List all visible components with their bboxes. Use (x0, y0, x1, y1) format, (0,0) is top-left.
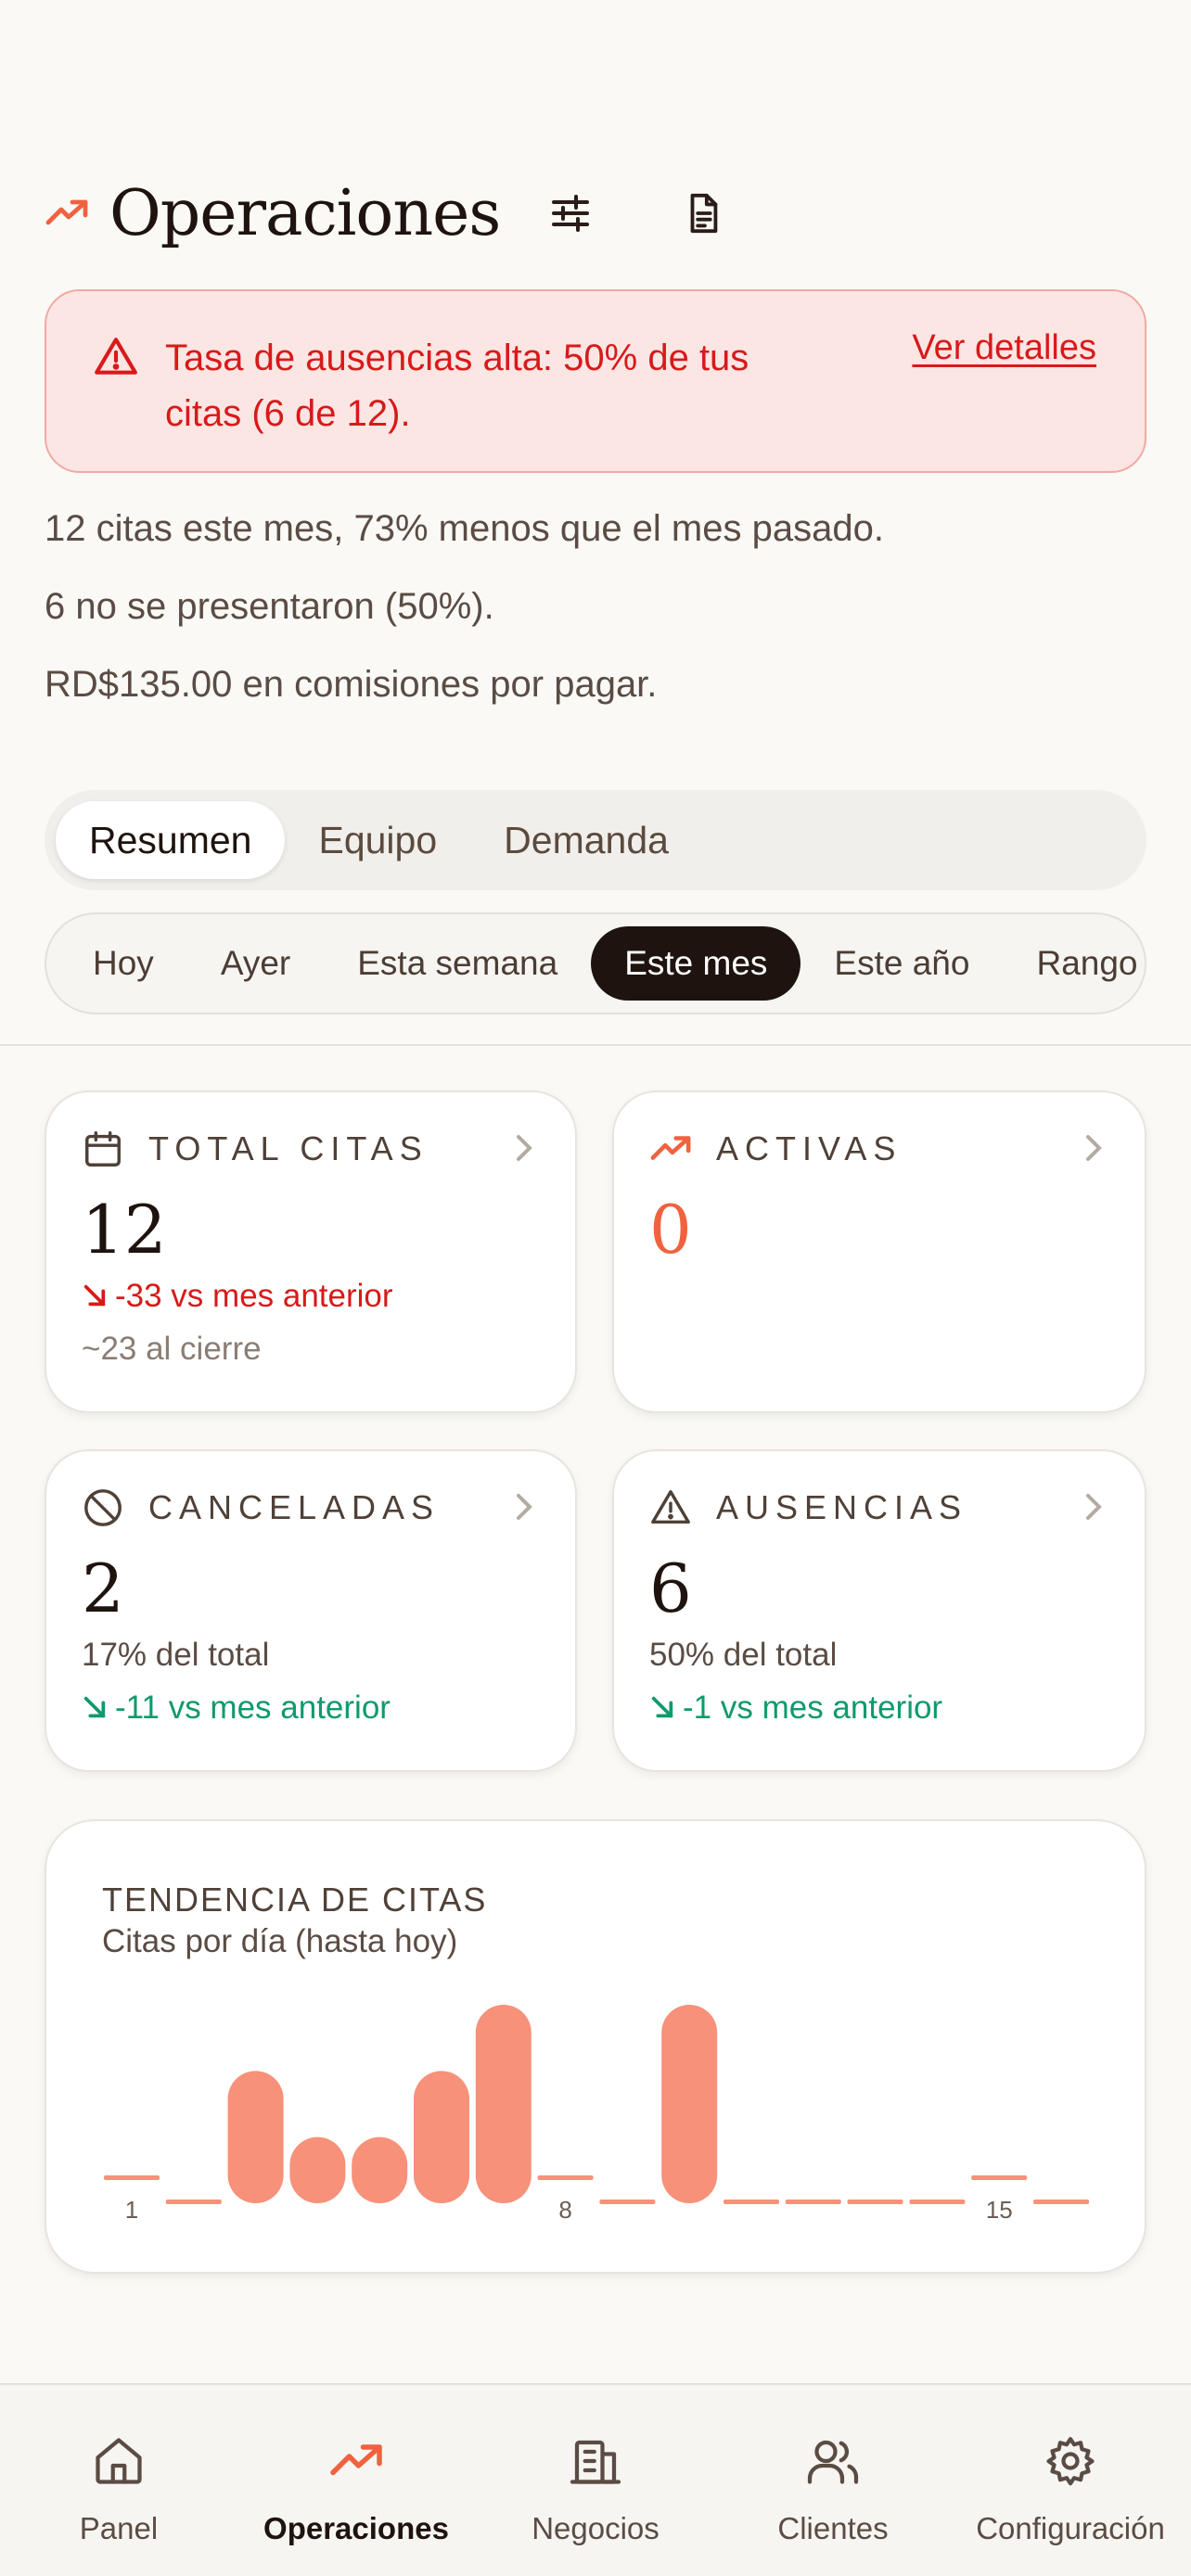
chart-bar (909, 2200, 966, 2204)
nav-configuracion[interactable]: Configuración (952, 2385, 1189, 2576)
stat-delta-text: -33 vs mes anterior (115, 1278, 393, 1314)
stat-value: 6 (649, 1549, 692, 1627)
stat-card-active[interactable]: ACTIVAS 0 (612, 1090, 1146, 1413)
alert-message: Tasa de ausencias alta: 50% de tus citas… (165, 338, 749, 434)
warning-icon (95, 338, 137, 375)
range-este-mes[interactable]: Este mes (591, 926, 801, 1001)
operations-screen: Operaciones Tasa de ausencias alta: 50% … (0, 0, 1191, 2576)
stat-card-canceled[interactable]: CANCELADAS 2 17% del total -11 vs mes an… (45, 1449, 577, 1772)
summary-line: 12 citas este mes, 73% menos que el mes … (45, 508, 884, 549)
ban-icon (84, 1489, 122, 1526)
chevron-right-icon (1086, 1135, 1102, 1161)
chart-bar (352, 2136, 408, 2203)
summary-line: 6 no se presentaron (50%). (45, 586, 494, 627)
stat-card-total[interactable]: TOTAL CITAS 12 -33 vs mes anterior ~23 a… (45, 1090, 577, 1413)
stat-value: 0 (649, 1191, 692, 1269)
stat-label: AUSENCIAS (716, 1488, 968, 1526)
chart-bar (227, 2071, 284, 2203)
report-button[interactable] (673, 184, 733, 243)
trend-chart: 1 8 15 (104, 2005, 1089, 2224)
nav-label: Configuración (976, 2511, 1165, 2545)
document-icon (690, 193, 718, 234)
page-header: Operaciones (45, 167, 1146, 260)
stat-label: TOTAL CITAS (148, 1129, 429, 1167)
warning-icon (651, 1490, 690, 1524)
stat-delta: -33 vs mes anterior (82, 1278, 393, 1315)
range-hoy[interactable]: Hoy (59, 926, 187, 1001)
divider (0, 1044, 1191, 1046)
chart-bar (165, 2200, 222, 2204)
sliders-icon (552, 195, 589, 232)
nav-label: Panel (79, 2511, 159, 2545)
chevron-right-icon (517, 1135, 532, 1161)
summary-text: 12 citas este mes, 73% menos que el mes … (45, 501, 1146, 734)
nav-clientes[interactable]: Clientes (714, 2385, 952, 2576)
arrow-down-right-icon (651, 1696, 673, 1718)
home-icon (96, 2438, 142, 2484)
stat-delta: -1 vs mes anterior (649, 1690, 942, 1727)
chevron-right-icon (1086, 1494, 1102, 1520)
calendar-icon (85, 1131, 121, 1167)
tab-equipo[interactable]: Equipo (285, 801, 470, 879)
section-tabs: Resumen Equipo Demanda (45, 790, 1146, 890)
stat-share: 17% del total (82, 1637, 270, 1673)
trend-up-icon (330, 2444, 382, 2476)
chart-bar (414, 2071, 469, 2203)
arrow-down-right-icon (83, 1696, 106, 1718)
chart-x-tick-label: 1 (125, 2196, 138, 2224)
filter-button[interactable] (541, 184, 600, 243)
stat-delta: -11 vs mes anterior (82, 1690, 391, 1727)
tab-resumen[interactable]: Resumen (56, 801, 286, 879)
date-range-selector: Hoy Ayer Esta semana Este mes Este año R… (45, 912, 1146, 1014)
range-esta-semana[interactable]: Esta semana (324, 926, 591, 1001)
bottom-navigation: Panel Operaciones Negocios Clientes Conf… (0, 2383, 1191, 2576)
chart-bar (1033, 2200, 1089, 2204)
chart-x-tick-label: 8 (558, 2196, 571, 2224)
stat-value: 2 (82, 1549, 124, 1627)
arrow-down-right-icon (83, 1284, 106, 1307)
nav-operaciones[interactable]: Operaciones (237, 2385, 475, 2576)
chart-bar (289, 2136, 346, 2203)
chart-bar (661, 2005, 718, 2203)
stat-delta-text: -11 vs mes anterior (115, 1690, 391, 1726)
stat-forecast: ~23 al cierre (82, 1331, 262, 1367)
range-ayer[interactable]: Ayer (187, 926, 324, 1001)
chart-bar (724, 2200, 779, 2204)
tab-demanda[interactable]: Demanda (470, 801, 702, 879)
stat-card-no-shows[interactable]: AUSENCIAS 6 50% del total -1 vs mes ante… (612, 1449, 1146, 1772)
chart-bar (104, 2175, 160, 2180)
nav-panel[interactable]: Panel (0, 2385, 237, 2576)
chart-bar (537, 2175, 594, 2180)
nav-label: Clientes (777, 2511, 889, 2545)
chevron-right-icon (517, 1494, 532, 1520)
page-title: Operaciones (109, 176, 501, 250)
nav-label: Negocios (531, 2511, 660, 2545)
stat-label: CANCELADAS (148, 1488, 441, 1526)
chart-bar (599, 2200, 656, 2204)
chart-bar (475, 2005, 531, 2203)
range-este-ano[interactable]: Este año (800, 926, 1003, 1001)
users-icon (807, 2440, 859, 2484)
trend-up-icon (650, 1136, 691, 1160)
chart-bar (785, 2200, 841, 2204)
chart-bar (971, 2175, 1028, 2180)
nav-label: Operaciones (263, 2511, 449, 2545)
stat-label: ACTIVAS (716, 1129, 903, 1167)
chart-x-tick-label: 15 (986, 2196, 1013, 2224)
stat-share: 50% del total (649, 1637, 838, 1673)
summary-line: RD$135.00 en comisiones por pagar. (45, 664, 658, 705)
nav-negocios[interactable]: Negocios (477, 2385, 714, 2576)
trend-up-icon (45, 199, 88, 225)
chart-bar (847, 2200, 903, 2204)
stat-value: 12 (82, 1191, 167, 1269)
building-icon (570, 2440, 621, 2484)
gear-icon (1046, 2437, 1095, 2486)
stat-delta-text: -1 vs mes anterior (683, 1690, 943, 1726)
trend-chart-card: TENDENCIA DE CITAS Citas por día (hasta … (45, 1819, 1146, 2274)
no-show-alert: Tasa de ausencias alta: 50% de tus citas… (45, 289, 1146, 473)
view-details-link[interactable]: Ver detalles (912, 328, 1096, 368)
range-rango[interactable]: Rango (1003, 926, 1145, 1001)
